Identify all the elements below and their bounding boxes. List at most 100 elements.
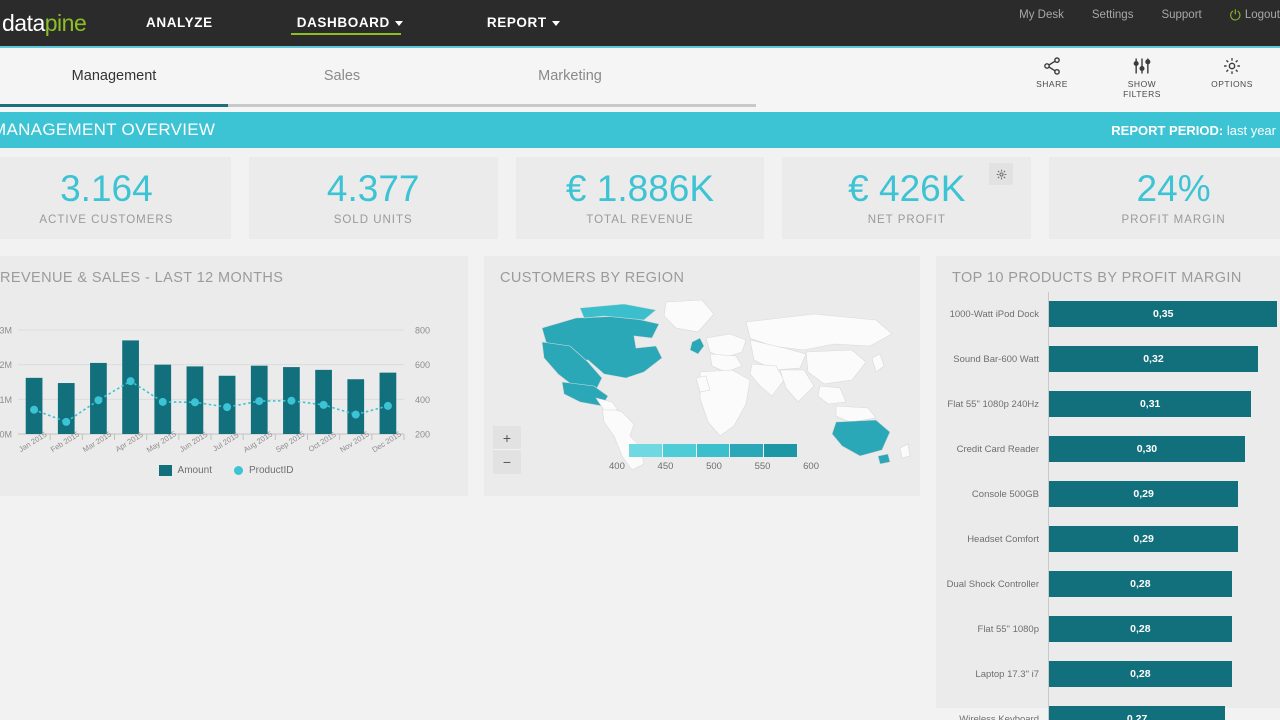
report-period[interactable]: REPORT PERIOD: last year (1111, 123, 1276, 138)
options-button[interactable]: OPTIONS (1200, 56, 1264, 99)
bar-track: 0,28 (1048, 562, 1280, 607)
legend-item-amount: Amount (158, 465, 212, 476)
revenue-chart-legend: Amount ProductID (0, 465, 468, 476)
show-filters-button[interactable]: SHOW FILTERS (1110, 56, 1174, 99)
product-name: Flat 55" 1080p 240Hz (947, 399, 1039, 410)
bar-track: 0,28 (1048, 607, 1280, 652)
gear-icon (1224, 58, 1240, 74)
widget-row-1: REVENUE & SALES - LAST 12 MONTHS €0M 200 €… (0, 256, 1280, 720)
table-row[interactable]: Flat 55" 1080p 0,28 (936, 607, 1280, 652)
map-legend-tick: 400 (609, 461, 625, 472)
map-legend-gradient (629, 444, 797, 457)
filters-icon (1133, 58, 1151, 74)
share-button[interactable]: SHARE (1020, 56, 1084, 99)
revenue-chart[interactable]: €0M200€1M400€2M600€3M800Jan 2015Feb 2015… (0, 286, 468, 481)
widget-title: REVENUE & SALES - LAST 12 MONTHS (0, 270, 284, 286)
table-row[interactable]: Laptop 17.3" i7 0,28 (936, 652, 1280, 697)
tab-underline (0, 104, 756, 107)
dashboard-toolbar: SHARE SHOW FILTERS OPTIONS (1020, 56, 1264, 99)
kpi-value: € 426K (848, 167, 966, 209)
kpi-card-sold-units[interactable]: 4.377 SOLD UNITS (248, 157, 498, 239)
top-navigation-bar: datapine ANALYZE DASHBOARD REPORT My Des… (0, 0, 1280, 48)
link-my-desk[interactable]: My Desk (1005, 0, 1078, 30)
map-zoom-in-button[interactable]: + (493, 426, 521, 450)
options-button-label: OPTIONS (1211, 79, 1253, 89)
tab-list: Management Sales Marketing (0, 48, 684, 104)
report-period-label: REPORT PERIOD: (1111, 122, 1224, 138)
svg-text:€3M: €3M (0, 326, 12, 336)
datapine-logo[interactable]: datapine (2, 10, 132, 37)
link-logout[interactable]: ⏻ Logout (1216, 0, 1280, 30)
table-row[interactable]: Dual Shock Controller 0,28 (936, 562, 1280, 607)
map-legend-tick: 500 (706, 461, 722, 472)
top-right-links: My Desk Settings Support ⏻ Logout (1005, 0, 1280, 30)
svg-text:600: 600 (415, 360, 430, 370)
tab-sales[interactable]: Sales (228, 48, 456, 104)
share-button-label: SHARE (1036, 79, 1068, 89)
product-bar: 0,31 (1049, 391, 1252, 417)
table-row[interactable]: Flat 55" 1080p 240Hz 0,31 (936, 382, 1280, 427)
tab-marketing[interactable]: Marketing (456, 48, 684, 104)
product-name: Headset Comfort (967, 534, 1039, 545)
tab-management[interactable]: Management (0, 48, 228, 104)
kpi-settings-button[interactable] (989, 163, 1014, 185)
link-support[interactable]: Support (1147, 0, 1215, 30)
bar-track: 0,32 (1048, 337, 1280, 382)
product-bar: 0,29 (1049, 481, 1239, 507)
kpi-label: TOTAL REVENUE (586, 214, 694, 227)
svg-text:€0M: €0M (0, 430, 12, 440)
kpi-row: 3.164 ACTIVE CUSTOMERS 4.377 SOLD UNITS … (0, 157, 1280, 239)
kpi-card-profit-margin[interactable]: 24% PROFIT MARGIN (1049, 157, 1280, 239)
bar-track: 0,30 (1048, 427, 1280, 472)
kpi-value: 24% (1136, 167, 1211, 209)
share-icon (1044, 57, 1060, 75)
menu-item-dashboard-label: DASHBOARD (296, 15, 390, 30)
widget-title: TOP 10 PRODUCTS BY PROFIT MARGIN (952, 270, 1242, 286)
chevron-down-icon (551, 20, 560, 26)
bar-track: 0,35 (1048, 292, 1280, 337)
report-period-value: last year (1226, 122, 1276, 138)
table-row[interactable]: Sound Bar-600 Watt 0,32 (936, 337, 1280, 382)
bar-track: 0,29 (1048, 472, 1280, 517)
map-legend-ticks: 400 450 500 550 600 (609, 461, 819, 472)
legend-swatch-icon (158, 465, 172, 476)
menu-item-analyze[interactable]: ANALYZE (132, 0, 227, 47)
table-row[interactable]: 1000-Watt iPod Dock 0,35 (936, 292, 1280, 337)
table-row[interactable]: Credit Card Reader 0,30 (936, 427, 1280, 472)
widget-customers-by-region: CUSTOMERS BY REGION + − 400 450 500 550 … (484, 256, 920, 496)
logo-text-part2: pine (44, 9, 87, 36)
map-legend-tick: 550 (754, 461, 771, 472)
product-name: Wireless Keyboard (959, 714, 1039, 720)
product-name: Dual Shock Controller (946, 579, 1039, 590)
product-bar: 0,28 (1049, 661, 1232, 687)
widget-title: CUSTOMERS BY REGION (500, 270, 685, 286)
menu-item-report[interactable]: REPORT (473, 0, 574, 47)
kpi-card-total-revenue[interactable]: € 1.886K TOTAL REVENUE (515, 157, 765, 239)
link-logout-label: Logout (1244, 9, 1280, 21)
bar-track: 0,27 (1048, 697, 1280, 720)
table-row[interactable]: Headset Comfort 0,29 (936, 517, 1280, 562)
kpi-card-net-profit[interactable]: € 426K NET PROFIT (782, 157, 1032, 239)
widget-top-products: TOP 10 PRODUCTS BY PROFIT MARGIN 1000-Wa… (936, 256, 1280, 720)
widget-revenue-sales: REVENUE & SALES - LAST 12 MONTHS €0M 200 €… (0, 256, 468, 496)
page-title: MANAGEMENT OVERVIEW (0, 120, 216, 139)
product-name: Laptop 17.3" i7 (975, 669, 1039, 680)
table-row[interactable]: Console 500GB 0,29 (936, 472, 1280, 517)
bar-track: 0,29 (1048, 517, 1280, 562)
link-settings[interactable]: Settings (1078, 0, 1148, 30)
kpi-card-active-customers[interactable]: 3.164 ACTIVE CUSTOMERS (0, 157, 231, 239)
product-name: Credit Card Reader (956, 444, 1039, 455)
product-bar: 0,29 (1049, 526, 1239, 552)
gear-icon (996, 169, 1006, 179)
kpi-label: NET PROFIT (867, 214, 946, 227)
map-zoom-controls: + − (493, 426, 521, 474)
product-bar: 0,30 (1049, 436, 1245, 462)
kpi-label: ACTIVE CUSTOMERS (39, 214, 174, 227)
product-bar: 0,32 (1049, 346, 1258, 372)
table-row[interactable]: Wireless Keyboard 0,27 (936, 697, 1280, 720)
kpi-label: PROFIT MARGIN (1121, 214, 1226, 227)
kpi-label: SOLD UNITS (333, 214, 413, 227)
map-zoom-out-button[interactable]: − (493, 450, 521, 474)
menu-item-dashboard[interactable]: DASHBOARD (283, 0, 417, 47)
product-name: Flat 55" 1080p (977, 624, 1039, 635)
